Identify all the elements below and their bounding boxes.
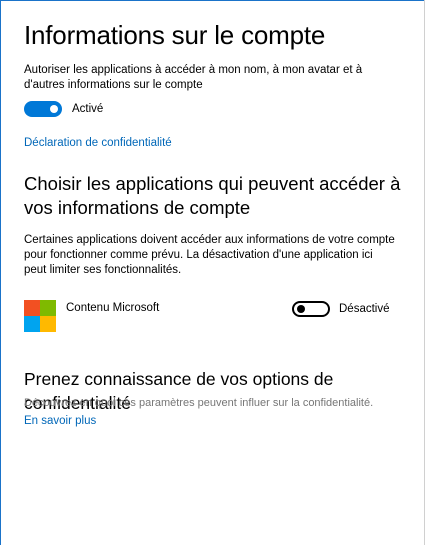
- contenu-microsoft-toggle-label: Désactivé: [339, 303, 390, 315]
- window-left-border: [0, 0, 1, 545]
- privacy-section-description: Découvrez en quoi ces paramètres peuvent…: [24, 397, 374, 409]
- apps-section-title: Choisir les applications qui peuvent acc…: [24, 173, 401, 218]
- apps-section-description: Certaines applications doivent accéder a…: [24, 234, 395, 276]
- microsoft-logo-icon: [24, 300, 56, 332]
- app-name: Contenu Microsoft: [66, 302, 160, 314]
- toggle-knob: [50, 105, 58, 113]
- account-access-toggle-label: Activé: [72, 103, 104, 115]
- page-title: Informations sur le compte: [24, 20, 326, 50]
- privacy-statement-link[interactable]: Déclaration de confidentialité: [24, 137, 172, 149]
- learn-more-link[interactable]: En savoir plus: [24, 415, 96, 427]
- allow-access-description: Autoriser les applications à accéder à m…: [24, 64, 363, 91]
- account-access-toggle[interactable]: [24, 101, 62, 117]
- toggle-knob: [297, 305, 305, 313]
- contenu-microsoft-toggle[interactable]: [292, 301, 330, 317]
- window-top-border: [0, 0, 425, 1]
